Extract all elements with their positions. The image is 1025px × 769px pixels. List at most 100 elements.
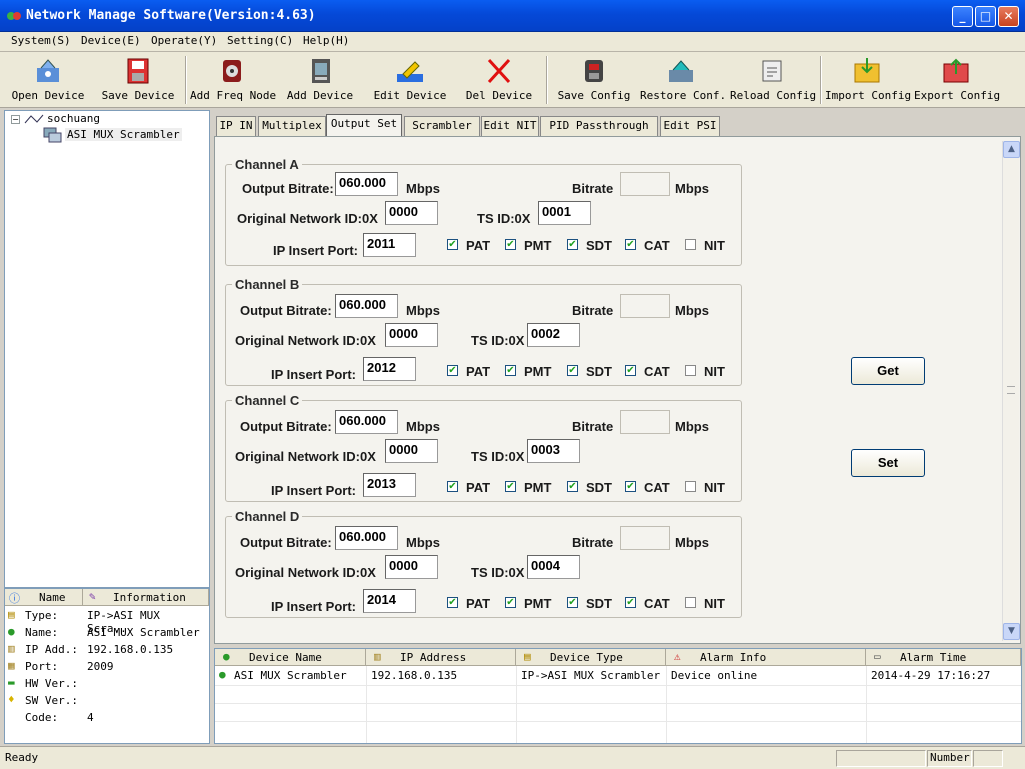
name-icon: ●	[8, 625, 15, 638]
column-header-alarm-info[interactable]: ⚠ Alarm Info	[666, 649, 866, 666]
save-config-button[interactable]: Save Config	[554, 54, 634, 106]
tab-multiplex[interactable]: Multiplex	[258, 116, 326, 136]
channel-d-cat-checkbox[interactable]: ✔	[625, 597, 636, 608]
channel-c-output-bitrate-input[interactable]: 060.000	[335, 410, 398, 434]
add-device-button[interactable]: Add Device	[284, 54, 356, 106]
menu-system[interactable]: System(S)	[11, 34, 71, 47]
close-button[interactable]: ✕	[998, 6, 1019, 27]
device-name-icon: ●	[223, 650, 230, 663]
channel-c-cat-checkbox[interactable]: ✔	[625, 481, 636, 492]
mbps-label: Mbps	[406, 303, 440, 318]
channel-b-pmt-checkbox[interactable]: ✔	[505, 365, 516, 376]
tab-edit-psi[interactable]: Edit PSI	[660, 116, 720, 136]
bitrate-label: Bitrate	[572, 419, 614, 434]
channel-c-pat-checkbox[interactable]: ✔	[447, 481, 458, 492]
channel-b-nit-checkbox[interactable]	[685, 365, 696, 376]
menu-operate[interactable]: Operate(Y)	[151, 34, 217, 47]
channel-c-nit-checkbox[interactable]	[685, 481, 696, 492]
menu-device[interactable]: Device(E)	[81, 34, 141, 47]
channel-a-pat-checkbox[interactable]: ✔	[447, 239, 458, 250]
collapse-icon[interactable]: −	[11, 115, 20, 124]
menu-help[interactable]: Help(H)	[303, 34, 349, 47]
bitrate-label: Bitrate	[572, 303, 614, 318]
channel-a-pmt-checkbox[interactable]: ✔	[505, 239, 516, 250]
get-button[interactable]: Get	[851, 357, 925, 385]
import-config-icon	[854, 58, 880, 83]
import-config-button[interactable]: Import Config	[825, 54, 911, 106]
table-row[interactable]: ● ASI MUX Scrambler 192.168.0.135 IP->AS…	[215, 667, 1021, 685]
edit-device-icon	[397, 61, 423, 82]
channel-d-nit-checkbox[interactable]	[685, 597, 696, 608]
column-header-ip-address[interactable]: ▥ IP Address	[366, 649, 516, 666]
export-config-icon	[943, 58, 969, 83]
channel-a-onid-input[interactable]: 0000	[385, 201, 438, 225]
channel-d-pat-checkbox[interactable]: ✔	[447, 597, 458, 608]
minimize-button[interactable]: _	[952, 6, 973, 27]
channel-a-nit-checkbox[interactable]	[685, 239, 696, 250]
channel-title: Channel A	[232, 157, 302, 172]
status-bar: Ready Number	[0, 746, 1025, 769]
channel-b-pat-checkbox[interactable]: ✔	[447, 365, 458, 376]
add-freq-node-button[interactable]: Add Freq Node	[190, 54, 276, 106]
restore-conf-button[interactable]: Restore Conf.	[640, 54, 726, 106]
channel-d-onid-input[interactable]: 0000	[385, 555, 438, 579]
tab-pid-passthrough[interactable]: PID Passthrough	[540, 116, 658, 136]
tab-output-set[interactable]: Output Set	[326, 114, 402, 136]
vertical-scrollbar[interactable]: ▲ ▼	[1002, 141, 1020, 641]
menu-setting[interactable]: Setting(C)	[227, 34, 293, 47]
channel-d-sdt-checkbox[interactable]: ✔	[567, 597, 578, 608]
column-header-device-name[interactable]: ● Device Name	[215, 649, 366, 666]
channel-b-cat-checkbox[interactable]: ✔	[625, 365, 636, 376]
channel-a-sdt-checkbox[interactable]: ✔	[567, 239, 578, 250]
tree-item-asi-mux-scrambler[interactable]: ASI MUX Scrambler	[65, 128, 182, 141]
save-device-button[interactable]: Save Device	[98, 54, 178, 106]
del-device-button[interactable]: Del Device	[460, 54, 538, 106]
channel-a-tsid-input[interactable]: 0001	[538, 201, 591, 225]
set-button[interactable]: Set	[851, 449, 925, 477]
info-header-information[interactable]: ✎ Information	[83, 589, 209, 606]
channel-c-port-input[interactable]: 2013	[363, 473, 416, 497]
channel-b-onid-input[interactable]: 0000	[385, 323, 438, 347]
channel-a-port-input[interactable]: 2011	[363, 233, 416, 257]
channel-b-output-bitrate-input[interactable]: 060.000	[335, 294, 398, 318]
sw-icon: ♦	[8, 693, 15, 706]
column-header-alarm-time[interactable]: ▭ Alarm Time	[866, 649, 1021, 666]
column-header-device-type[interactable]: ▤ Device Type	[516, 649, 666, 666]
tsid-label: TS ID:0X	[471, 565, 525, 580]
scroll-up-button[interactable]: ▲	[1003, 141, 1020, 158]
channel-c-sdt-checkbox[interactable]: ✔	[567, 481, 578, 492]
channel-a-cat-checkbox[interactable]: ✔	[625, 239, 636, 250]
add-freq-node-icon	[223, 60, 241, 82]
channel-b-port-input[interactable]: 2012	[363, 357, 416, 381]
channel-a-output-bitrate-input[interactable]: 060.000	[335, 172, 398, 196]
channel-title: Channel D	[232, 509, 303, 524]
tab-ip-in[interactable]: IP IN	[216, 116, 256, 136]
export-config-button[interactable]: Export Config	[914, 54, 1000, 106]
channel-c-tsid-input[interactable]: 0003	[527, 439, 580, 463]
maximize-button[interactable]: □	[975, 6, 996, 27]
channel-c-pmt-checkbox[interactable]: ✔	[505, 481, 516, 492]
pmt-label: PMT	[524, 364, 552, 379]
channel-b-tsid-input[interactable]: 0002	[527, 323, 580, 347]
onid-label: Original Network ID:0X	[235, 333, 376, 348]
tab-edit-nit[interactable]: Edit NIT	[481, 116, 539, 136]
open-device-button[interactable]: Open Device	[8, 54, 88, 106]
cat-label: CAT	[644, 596, 670, 611]
channel-d-port-input[interactable]: 2014	[363, 589, 416, 613]
tree-root-sochuang[interactable]: sochuang	[47, 112, 100, 125]
reload-config-button[interactable]: Reload Config	[730, 54, 816, 106]
tab-scrambler[interactable]: Scrambler	[404, 116, 480, 136]
channel-d-pmt-checkbox[interactable]: ✔	[505, 597, 516, 608]
scroll-down-button[interactable]: ▼	[1003, 623, 1020, 640]
channel-d-output-bitrate-input[interactable]: 060.000	[335, 526, 398, 550]
toolbar-separator	[820, 56, 822, 104]
edit-device-button[interactable]: Edit Device	[370, 54, 450, 106]
device-list: ● Device Name ▥ IP Address ▤ Device Type…	[214, 648, 1022, 744]
info-row: ● Name: ASI MUX Scrambler	[8, 625, 200, 639]
tsid-label: TS ID:0X	[471, 333, 525, 348]
channel-d-tsid-input[interactable]: 0004	[527, 555, 580, 579]
channel-b-sdt-checkbox[interactable]: ✔	[567, 365, 578, 376]
info-header-name[interactable]: ⓘ Name	[5, 589, 83, 606]
channel-c-onid-input[interactable]: 0000	[385, 439, 438, 463]
bitrate-label: Bitrate	[572, 535, 614, 550]
